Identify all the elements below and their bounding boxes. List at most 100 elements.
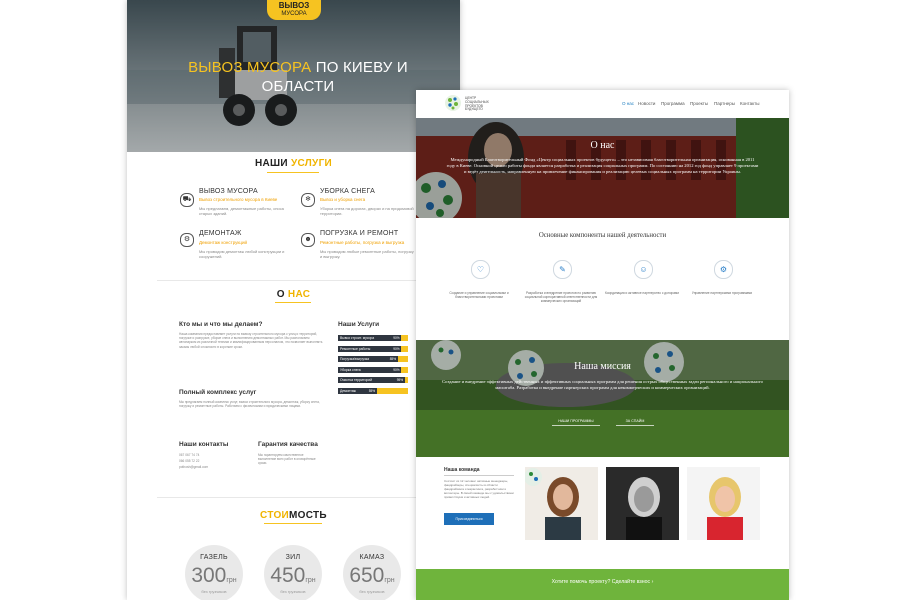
price-title: СТОИМОСТЬ xyxy=(127,510,460,521)
services-title-b: УСЛУГИ xyxy=(290,158,333,169)
workers-icon: ☻ xyxy=(301,233,315,247)
skill-label: Очистка территорий xyxy=(340,378,373,382)
about-underline xyxy=(275,302,311,303)
hero-title-highlight: ВЫВОЗ МУСОРА xyxy=(188,59,312,76)
team-photo-graphic xyxy=(626,477,662,540)
service-desc: Мы проводим демонтаж любой конструкции и… xyxy=(199,249,285,259)
nav-item-partners[interactable]: Партнеры xyxy=(714,101,735,106)
price-unit: грн xyxy=(305,577,316,584)
gears-icon: ⚙ xyxy=(180,233,194,247)
top-navbar: ЦЕНТР СОЦИАЛЬНЫХ ПРОЕКТОВ БУДУЩЕГО О нас… xyxy=(416,90,789,118)
services-underline xyxy=(267,172,319,173)
team-photo[interactable] xyxy=(687,467,760,540)
service-subtitle: Демонтаж конструкций xyxy=(199,240,247,245)
price-name: ЗИЛ xyxy=(285,554,301,561)
divider xyxy=(157,280,430,281)
price-name: КАМАЗ xyxy=(359,554,385,561)
price-unit: грн xyxy=(384,577,395,584)
about-text: Международный Благотворительный Фонд «Це… xyxy=(446,157,759,174)
component-text: Координация и активное партнерство с дон… xyxy=(605,291,679,295)
donate-footer[interactable]: Хотите помочь проекту? Сделайте взнос › xyxy=(416,569,789,600)
skill-bar: Очистка территорий 95% xyxy=(338,377,408,383)
nav-item-contacts[interactable]: Контакты xyxy=(740,101,759,106)
divider xyxy=(157,497,430,498)
service-desc: Уборка снега на дорогах, дворах и на при… xyxy=(320,206,414,216)
globe-logo-icon[interactable] xyxy=(444,94,462,112)
chevron-right-icon: › xyxy=(651,579,654,585)
about-title-a: О xyxy=(276,289,288,300)
truck-icon: ⛟ xyxy=(180,193,194,207)
nav-item-program[interactable]: Программа xyxy=(661,101,685,106)
skill-bar: Демонтаж 55% xyxy=(338,387,408,394)
component-text: Создание и управление социальными и благ… xyxy=(449,291,509,300)
contact-line[interactable]: pothosh@gmail.com xyxy=(179,465,327,469)
skill-label: Погрузка/выгрузка xyxy=(340,357,370,361)
mission-banner: Наша миссия Создание и внедрение эффекти… xyxy=(416,340,789,457)
quality-paragraph: Мы гарантируем качественное выполнение в… xyxy=(258,453,316,466)
price-title-b: МОСТЬ xyxy=(289,510,327,521)
nav-item-projects[interactable]: Проекты xyxy=(690,101,708,106)
quality-heading: Гарантия качества xyxy=(258,441,318,448)
services-title: НАШИ УСЛУГИ xyxy=(127,158,460,169)
team-photo[interactable] xyxy=(525,467,598,540)
price-sub: без грузчиков xyxy=(359,589,385,594)
logo-line2: МУСОРА xyxy=(281,11,307,17)
right-page-mockup: ЦЕНТР СОЦИАЛЬНЫХ ПРОЕКТОВ БУДУЩЕГО О нас… xyxy=(416,90,789,600)
contacts-heading: Наши контакты xyxy=(179,441,229,448)
skill-percent: 90% xyxy=(393,367,400,372)
snowflake-icon: ❄ xyxy=(301,193,315,207)
component-text: Управление партнерскими программами xyxy=(691,291,753,295)
team-text: Состоит из 12 человек: активные менеджер… xyxy=(444,479,514,499)
price-value: 650грн xyxy=(337,564,407,588)
service-subtitle: Ремонтные работы, погрузка и выгрузка xyxy=(320,240,405,245)
gears-icon: ⚙ xyxy=(714,260,733,279)
service-subtitle: Вывоз и уборка снега xyxy=(320,197,366,202)
skill-percent: 90% xyxy=(393,336,400,340)
skill-percent: 90% xyxy=(393,346,400,351)
price-underline xyxy=(264,523,322,524)
about-title: О нас xyxy=(590,140,615,151)
about-paragraph: Мы предлагаем полный комплекс услуг, выв… xyxy=(179,400,320,409)
skill-label: Ремонтные работы xyxy=(340,346,371,351)
logo-line1: ВЫВОЗ xyxy=(278,1,310,10)
programs-button[interactable]: НАШИ ПРОГРАММЫ xyxy=(552,417,600,426)
mission-title: Наша миссия xyxy=(574,361,631,372)
skill-bar: Ремонтные работы 90% xyxy=(338,345,408,352)
hero-title: ВЫВОЗ МУСОРА ПО КИЕВУ И ОБЛАСТИ xyxy=(157,58,439,96)
slider-dots[interactable] xyxy=(282,145,300,152)
price-sub: без грузчиков xyxy=(280,589,306,594)
about-heading: Кто мы и что мы делаем? xyxy=(179,321,263,328)
join-button[interactable]: Присоединиться xyxy=(444,513,494,525)
people-icon: ☺ xyxy=(634,260,653,279)
service-title: ДЕМОНТАЖ xyxy=(199,230,242,237)
skill-bar: Уборка снега 90% xyxy=(338,366,408,373)
team-title: Наша команда xyxy=(444,467,480,473)
logo-badge[interactable]: ВЫВОЗ МУСОРА xyxy=(267,0,321,20)
skill-label: Демонтаж xyxy=(340,388,356,393)
service-title: УБОРКА СНЕГА xyxy=(320,188,375,195)
hero-banner: ВЫВОЗ МУСОРА ВЫВОЗ МУСОРА ПО КИЕВУ И ОБЛ… xyxy=(127,0,460,152)
service-title: ПОГРУЗКА И РЕМОНТ xyxy=(320,230,399,237)
nav-item-news[interactable]: Новости xyxy=(638,101,655,106)
team-photo[interactable] xyxy=(606,467,679,540)
skill-percent: 85% xyxy=(389,357,397,361)
second-mission-button[interactable]: ЗА СПАЙМ xyxy=(616,417,654,426)
about-paragraph: Наша компания предоставляет услуги по вы… xyxy=(179,332,323,349)
nav-item-about[interactable]: О нас xyxy=(622,101,634,106)
donate-text: Хотите помочь проекту? Сделайте взнос xyxy=(551,579,651,585)
about-title: О НАС xyxy=(127,289,460,300)
pencil-icon: ✎ xyxy=(553,260,572,279)
about-title-b: НАС xyxy=(287,289,311,300)
skill-bar: Погрузка/выгрузка 85% xyxy=(338,356,408,362)
service-subtitle: Вывоз строительного мусора в Киеве xyxy=(199,197,278,202)
skill-percent: 95% xyxy=(396,378,404,382)
donate-cta[interactable]: Хотите помочь проекту? Сделайте взнос › xyxy=(416,579,789,585)
service-title: ВЫВОЗ МУСОРА xyxy=(199,188,258,195)
skill-percent: 55% xyxy=(368,388,376,393)
heart-icon: ♡ xyxy=(471,260,490,279)
skill-bar: Вывоз строит. мусора 90% xyxy=(338,335,408,341)
price-value: 450грн xyxy=(258,564,328,588)
logo-text: ЦЕНТР СОЦИАЛЬНЫХ ПРОЕКТОВ БУДУЩЕГО xyxy=(465,96,489,112)
services-title-a: НАШИ xyxy=(254,158,291,169)
service-desc: Мы проводим любые ремонтные работы, погр… xyxy=(320,249,414,259)
